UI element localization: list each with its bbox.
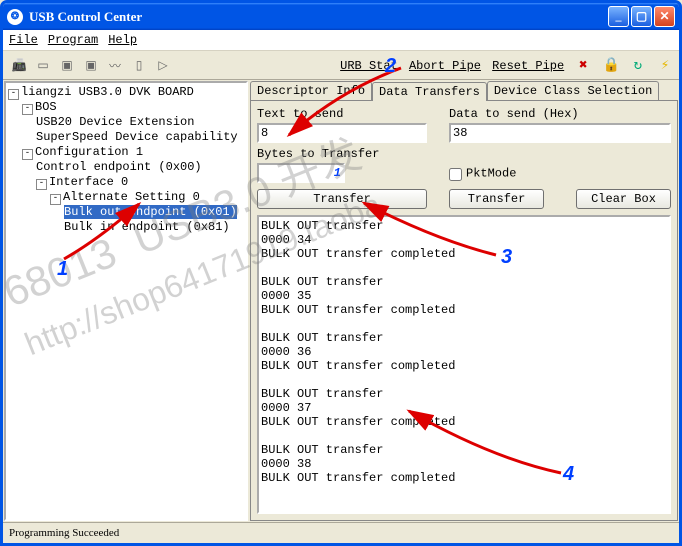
tree-expand-icon[interactable]: -	[36, 179, 47, 190]
tree-node[interactable]: -Configuration 1Control endpoint (0x00)-…	[22, 145, 246, 235]
tree-label[interactable]: Control endpoint (0x00)	[36, 160, 202, 174]
transfer-button-left[interactable]: Transfer	[257, 189, 427, 209]
abort-pipe-link[interactable]: Abort Pipe	[409, 59, 481, 73]
device-tree[interactable]: -liangzi USB3.0 DVK BOARD-BOSUSB20 Devic…	[4, 81, 248, 521]
tab-device-class-selection[interactable]: Device Class Selection	[487, 81, 659, 100]
text-to-send-input[interactable]	[257, 123, 427, 143]
play-icon[interactable]: ▷	[154, 56, 172, 74]
tree-label[interactable]: SuperSpeed Device capability	[36, 130, 238, 144]
tabs: Descriptor Info Data Transfers Device Cl…	[250, 81, 678, 100]
pktmode-checkbox[interactable]	[449, 168, 462, 181]
data-transfers-pane: Text to send Data to send (Hex) Bytes to…	[250, 100, 678, 521]
tree-node[interactable]: Bulk in endpoint (0x81)	[64, 220, 246, 235]
tab-descriptor-info[interactable]: Descriptor Info	[250, 81, 372, 100]
refresh-icon[interactable]: ↻	[630, 57, 646, 74]
page-icon[interactable]: ▯	[130, 56, 148, 74]
menu-program[interactable]: Program	[48, 33, 98, 47]
bytes-label: Bytes to Transfer	[257, 147, 427, 161]
maximize-button[interactable]: ▢	[631, 6, 652, 27]
window-title: USB Control Center	[29, 9, 142, 25]
transfer-log[interactable]: BULK OUT transfer 0000 34 BULK OUT trans…	[257, 215, 671, 514]
tree-expand-icon[interactable]: -	[22, 104, 33, 115]
bytes-input[interactable]	[257, 163, 345, 183]
bolt-icon[interactable]: ⚡	[657, 57, 673, 74]
wave-icon[interactable]: 〰	[106, 56, 124, 74]
tree-label[interactable]: liangzi USB3.0 DVK BOARD	[21, 85, 194, 99]
transfer-button-right[interactable]: Transfer	[449, 189, 544, 209]
tab-data-transfers[interactable]: Data Transfers	[372, 82, 487, 101]
tree-label[interactable]: BOS	[35, 100, 57, 114]
tree-label[interactable]: Alternate Setting 0	[63, 190, 200, 204]
tree-label[interactable]: USB20 Device Extension	[36, 115, 194, 129]
tree-node[interactable]: Control endpoint (0x00)	[36, 160, 246, 175]
lock-icon[interactable]: 🔒	[603, 57, 619, 74]
box1-icon[interactable]: ▣	[58, 56, 76, 74]
tree-node[interactable]: SuperSpeed Device capability	[36, 130, 246, 145]
toolbar: 📠 ▭ ▣ ▣ 〰 ▯ ▷ URB Stat Abort Pipe Reset …	[3, 51, 679, 80]
tree-expand-icon[interactable]: -	[22, 149, 33, 160]
minimize-button[interactable]: _	[608, 6, 629, 27]
tree-node[interactable]: -Alternate Setting 0Bulk out endpoint (0…	[50, 190, 246, 235]
clear-box-button[interactable]: Clear Box	[576, 189, 671, 209]
pktmode-label: PktMode	[449, 166, 671, 181]
tree-label[interactable]: Configuration 1	[35, 145, 143, 159]
tree-label[interactable]: Bulk in endpoint (0x81)	[64, 220, 230, 234]
tree-node[interactable]: Bulk out endpoint (0x01)	[64, 205, 246, 220]
menu-file[interactable]: File	[9, 33, 38, 47]
status-bar: Programming Succeeded	[3, 522, 679, 543]
app-icon: ❂	[7, 9, 23, 25]
text-to-send-label: Text to send	[257, 107, 427, 121]
box2-icon[interactable]: ▣	[82, 56, 100, 74]
tree-node[interactable]: -liangzi USB3.0 DVK BOARD-BOSUSB20 Devic…	[8, 85, 246, 235]
close-button[interactable]: ✕	[654, 6, 675, 27]
cancel-icon[interactable]: ✖	[575, 57, 591, 74]
tree-node[interactable]: USB20 Device Extension	[36, 115, 246, 130]
tree-expand-icon[interactable]: -	[8, 89, 19, 100]
tree-node[interactable]: -Interface 0-Alternate Setting 0Bulk out…	[36, 175, 246, 235]
folder-icon[interactable]: ▭	[34, 56, 52, 74]
hex-to-send-input[interactable]	[449, 123, 671, 143]
tree-expand-icon[interactable]: -	[50, 194, 61, 205]
menu-help[interactable]: Help	[108, 33, 137, 47]
tree-node[interactable]: -BOSUSB20 Device ExtensionSuperSpeed Dev…	[22, 100, 246, 145]
tree-label[interactable]: Bulk out endpoint (0x01)	[64, 205, 237, 219]
reset-pipe-link[interactable]: Reset Pipe	[492, 59, 564, 73]
tree-label[interactable]: Interface 0	[49, 175, 128, 189]
urb-stat-link[interactable]: URB Stat	[340, 59, 398, 73]
menubar: File Program Help	[3, 30, 679, 51]
device-icon[interactable]: 📠	[10, 56, 28, 74]
hex-to-send-label: Data to send (Hex)	[449, 107, 671, 121]
titlebar: ❂ USB Control Center _ ▢ ✕	[3, 3, 679, 30]
